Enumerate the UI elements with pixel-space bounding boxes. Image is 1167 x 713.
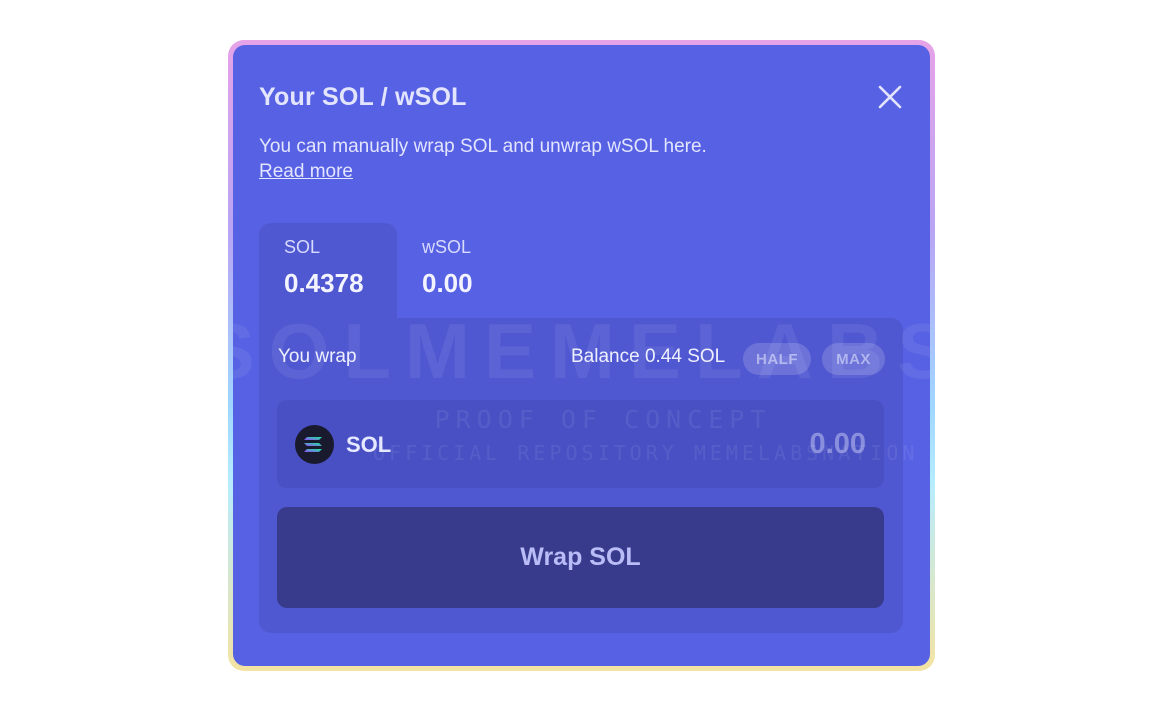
wrap-sol-button[interactable]: Wrap SOL	[277, 507, 884, 608]
tab-wsol-balance: 0.00	[422, 268, 473, 298]
half-button[interactable]: HALF	[743, 343, 811, 375]
solana-icon	[295, 425, 334, 464]
close-button[interactable]	[874, 81, 906, 113]
read-more-link[interactable]: Read more	[259, 161, 353, 183]
token-input-box: SOL	[277, 400, 884, 488]
modal-gradient-border: Your SOL / wSOL You can manually wrap SO…	[228, 40, 935, 671]
balance-label: Balance 0.44 SOL	[571, 346, 726, 367]
tab-sol-label: SOL	[284, 237, 321, 257]
tab-wsol-label: wSOL	[422, 237, 472, 257]
modal-title: Your SOL / wSOL	[259, 83, 467, 111]
tab-sol-balance: 0.4378	[284, 268, 364, 298]
modal-description: You can manually wrap SOL and unwrap wSO…	[259, 136, 707, 157]
close-icon	[878, 85, 902, 109]
token-name: SOL	[346, 432, 392, 457]
amount-input[interactable]	[666, 424, 866, 464]
wrap-sol-modal: Your SOL / wSOL You can manually wrap SO…	[233, 45, 930, 666]
max-button[interactable]: MAX	[822, 343, 885, 375]
page: Your SOL / wSOL You can manually wrap SO…	[0, 0, 1167, 713]
tab-sol[interactable]: SOL 0.4378	[259, 223, 397, 318]
you-wrap-label: You wrap	[278, 346, 357, 367]
tab-wsol[interactable]: wSOL 0.00	[397, 223, 535, 318]
